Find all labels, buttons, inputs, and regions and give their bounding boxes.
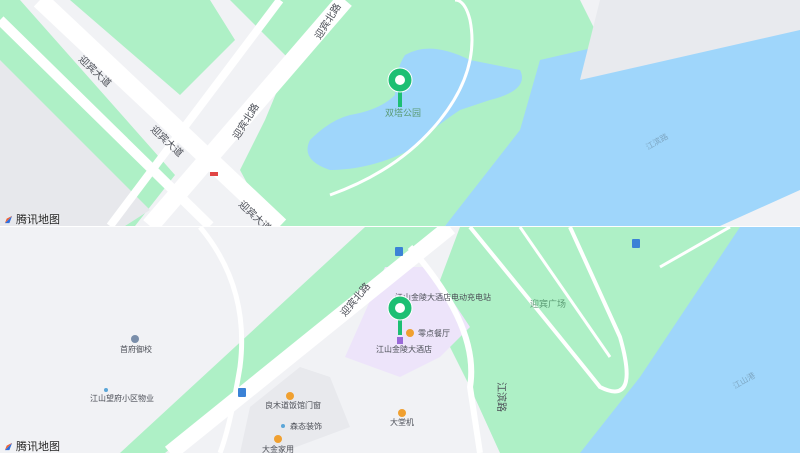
shop-icon [274, 435, 282, 443]
poi-label[interactable]: 双塔公园 [385, 107, 421, 119]
tencent-logo-icon [4, 215, 13, 223]
poi-label[interactable]: 大金家用 [262, 444, 294, 453]
bus-stop-icon[interactable] [395, 247, 403, 256]
school-icon [131, 335, 139, 343]
bus-stop-icon[interactable] [632, 239, 640, 248]
tencent-logo-icon [4, 442, 13, 450]
poi-label[interactable]: 江山望府小区物业 [90, 393, 154, 403]
area-label: 迎宾广场 [530, 298, 566, 310]
hotel-icon [397, 337, 403, 344]
map-panel-bottom[interactable]: 迎宾北路 江滨路 江山金陵大酒店电动充电站 零点餐厅 江山金陵大酒店 首府御校 … [0, 227, 800, 453]
poi-label[interactable]: 良木道饭馆门窗 [265, 400, 321, 410]
poi-label[interactable]: 零点餐厅 [418, 329, 450, 338]
poi-label[interactable]: 首府御校 [120, 344, 152, 354]
bus-stop-icon[interactable] [238, 388, 246, 397]
poi-dot-icon [104, 388, 108, 392]
poi-label[interactable]: 大堂机 [390, 417, 414, 427]
location-pin-icon[interactable] [387, 67, 413, 107]
map-panel-top[interactable]: 迎宾大道 迎宾大道 迎宾大道 迎宾北路 迎宾北路 江滨路 双塔公园 腾讯地图 [0, 0, 800, 226]
shop-icon [398, 409, 406, 417]
location-pin-icon[interactable] [387, 295, 413, 335]
poi-label[interactable]: 森态装饰 [290, 421, 322, 431]
map-canvas-top[interactable]: 迎宾大道 迎宾大道 迎宾大道 迎宾北路 迎宾北路 江滨路 双塔公园 [0, 0, 800, 226]
tencent-map-logo: 腾讯地图 [4, 438, 60, 453]
logo-text: 腾讯地图 [16, 213, 60, 226]
shop-icon [286, 392, 294, 400]
road-label: 江滨路 [495, 382, 508, 412]
tencent-map-logo: 腾讯地图 [4, 211, 60, 226]
map-canvas-bottom[interactable]: 迎宾北路 江滨路 江山金陵大酒店电动充电站 零点餐厅 江山金陵大酒店 首府御校 … [0, 227, 800, 453]
poi-dot-icon [281, 424, 285, 428]
poi-label[interactable]: 江山金陵大酒店 [376, 344, 432, 354]
traffic-light-icon [210, 172, 218, 176]
logo-text: 腾讯地图 [16, 440, 60, 453]
